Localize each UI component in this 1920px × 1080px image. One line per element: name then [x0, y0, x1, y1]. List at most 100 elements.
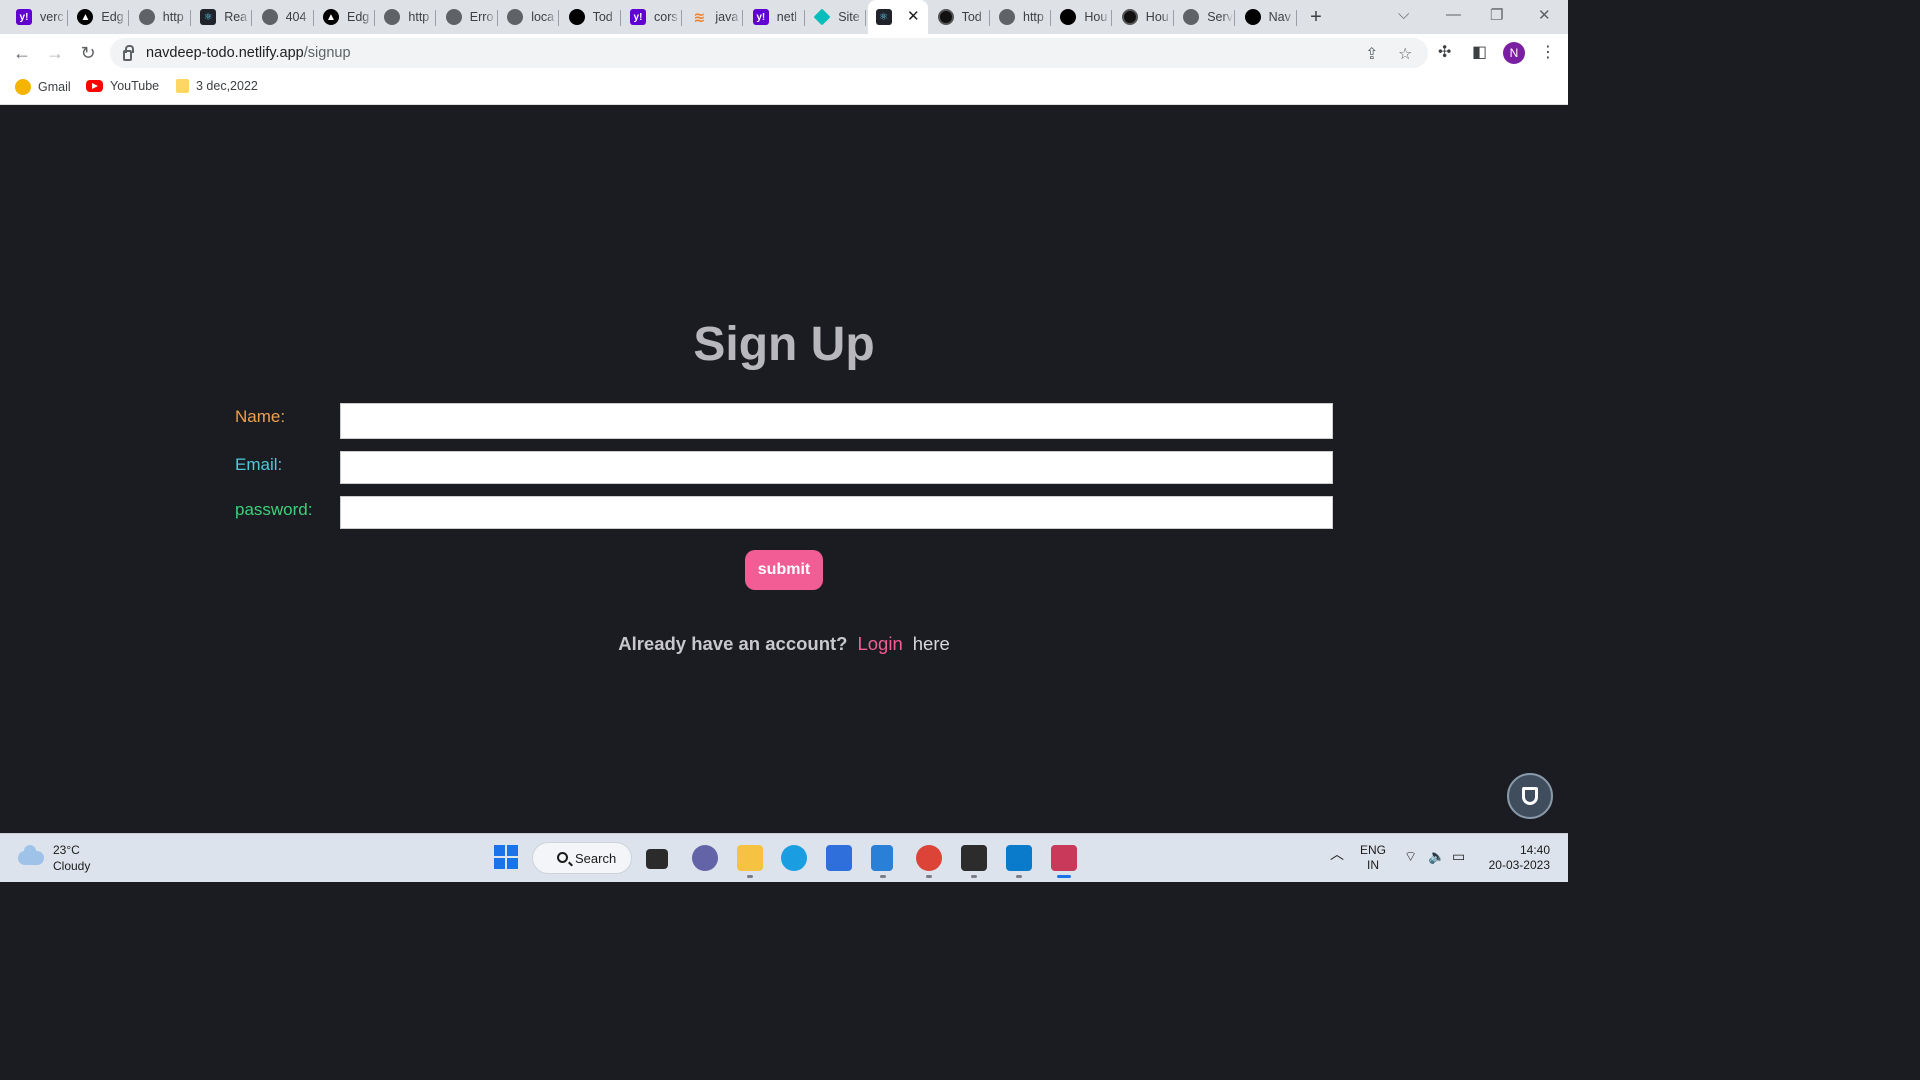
language-indicator[interactable]: ENG IN — [1360, 843, 1386, 873]
browser-tab[interactable]: Serv — [1175, 4, 1236, 30]
taskbar-search[interactable]: Search — [532, 842, 632, 874]
wifi-icon[interactable]: ⌔ — [1404, 849, 1417, 864]
tab-title: java — [715, 10, 739, 24]
edge-browser-icon[interactable] — [781, 845, 807, 871]
signup-page: Sign Up Name: Email: password: submit Al… — [0, 105, 1568, 833]
browser-tab[interactable]: Tod — [561, 4, 621, 30]
reload-button[interactable]: ↻ — [77, 42, 99, 64]
tab-separator — [558, 10, 560, 26]
submit-button[interactable]: submit — [745, 550, 823, 590]
running-indicator — [1016, 875, 1022, 878]
email-input[interactable] — [340, 451, 1333, 484]
bookmark-youtube[interactable]: YouTube — [86, 79, 159, 93]
bookmark-folder[interactable]: 3 dec,2022 — [176, 79, 258, 93]
profile-avatar[interactable]: N — [1503, 42, 1525, 64]
tab-separator — [865, 10, 867, 26]
address-bar[interactable]: navdeep-todo.netlify.app/signup ⇪ ☆ — [110, 38, 1428, 68]
globe-icon — [1183, 9, 1200, 25]
snipping-tool-icon[interactable] — [1051, 845, 1077, 871]
tab-separator — [251, 10, 253, 26]
search-label: Search — [575, 850, 617, 866]
browser-tab[interactable]: y! verc — [8, 4, 68, 30]
notepad-icon[interactable] — [871, 845, 893, 871]
volume-icon[interactable]: 🔈 — [1428, 849, 1445, 864]
globe-icon — [507, 9, 524, 25]
browser-tab[interactable]: Nav — [1237, 4, 1297, 30]
forward-button[interactable]: → — [44, 42, 66, 64]
task-view-icon[interactable] — [646, 849, 668, 869]
browser-tab[interactable]: ▲ Edg — [69, 4, 130, 30]
battery-icon[interactable]: ▭ — [1452, 849, 1465, 864]
tab-search-chevron-icon[interactable]: ⌵ — [1398, 6, 1409, 23]
tab-title: Nav — [1268, 10, 1291, 24]
shield-extension-icon[interactable] — [1507, 773, 1553, 819]
minimize-icon[interactable]: — — [1446, 6, 1461, 23]
close-window-icon[interactable]: ✕ — [1538, 6, 1551, 24]
browser-tab[interactable]: y! netl — [745, 4, 805, 30]
triangle-icon: ▲ — [323, 9, 339, 25]
new-tab-button[interactable]: + — [1305, 6, 1327, 29]
browser-tab[interactable]: 404 — [254, 4, 314, 30]
vscode-icon[interactable] — [1006, 845, 1032, 871]
extensions-puzzle-icon[interactable]: ✣ — [1438, 42, 1451, 62]
teams-chat-icon[interactable] — [692, 845, 718, 871]
browser-tab[interactable]: Erro — [438, 4, 498, 30]
browser-tab[interactable]: ▲ Edg — [315, 4, 375, 30]
browser-tab[interactable]: y! cors — [622, 4, 682, 30]
tab-separator — [435, 10, 437, 26]
microsoft-store-icon[interactable] — [826, 845, 852, 871]
browser-tab[interactable]: Hou — [1114, 4, 1174, 30]
tab-title: http — [162, 10, 184, 24]
bookmark-gmail[interactable]: Gmail — [15, 79, 71, 95]
file-explorer-icon[interactable] — [737, 845, 763, 871]
bookmark-label: Gmail — [38, 80, 71, 94]
page-title: Sign Up — [693, 318, 875, 371]
running-indicator — [747, 875, 753, 878]
globe-icon — [138, 9, 155, 25]
tab-title: http — [408, 10, 430, 24]
browser-toolbar: ← → ↻ navdeep-todo.netlify.app/signup ⇪ … — [0, 34, 1568, 72]
browser-tab[interactable]: Tod — [930, 4, 990, 30]
browser-tab[interactable]: Hou — [1052, 4, 1113, 30]
running-indicator — [971, 875, 977, 878]
weather-widget[interactable]: 23°C Cloudy — [18, 842, 90, 874]
globe-icon — [384, 9, 401, 25]
stackoverflow-icon: ≋ — [693, 8, 706, 25]
tab-title: Serv — [1207, 10, 1233, 24]
lock-icon[interactable] — [123, 44, 134, 61]
dark-circle-icon — [1121, 9, 1138, 25]
running-indicator — [926, 875, 932, 878]
browser-tab[interactable]: ⚛ ✕ — [867, 0, 928, 34]
clock[interactable]: 14:40 20-03-2023 — [1484, 843, 1550, 873]
browser-tab[interactable]: http — [131, 4, 191, 30]
browser-tab[interactable]: http — [991, 4, 1051, 30]
close-tab-icon[interactable]: ✕ — [907, 9, 920, 25]
weather-desc: Cloudy — [53, 859, 91, 873]
share-icon[interactable]: ⇪ — [1365, 44, 1378, 64]
back-button[interactable]: ← — [11, 42, 33, 64]
browser-tab[interactable]: ⚛ Rea — [192, 4, 253, 30]
side-panel-icon[interactable]: ◧ — [1472, 42, 1487, 62]
browser-tab[interactable]: Site — [806, 4, 867, 30]
url-path: /signup — [303, 45, 351, 61]
windows-start-icon[interactable] — [494, 845, 520, 871]
password-input[interactable] — [340, 496, 1333, 529]
restore-icon[interactable]: ❐ — [1490, 6, 1503, 24]
name-input[interactable] — [340, 403, 1333, 439]
yahoo-icon: y! — [16, 9, 32, 25]
browser-tab[interactable]: ≋ java — [683, 4, 744, 30]
chevron-up-icon[interactable]: ︿ — [1330, 847, 1344, 862]
url-text[interactable]: navdeep-todo.netlify.app/signup — [146, 45, 351, 61]
browser-tab[interactable]: loca — [499, 4, 560, 30]
tab-separator — [67, 10, 68, 26]
browser-tab[interactable]: http — [376, 4, 437, 30]
menu-kebab-icon[interactable]: ⋮ — [1540, 42, 1556, 62]
terminal-icon[interactable] — [961, 845, 987, 871]
tab-separator — [803, 10, 805, 26]
tab-separator — [312, 10, 314, 26]
login-link[interactable]: Login — [857, 633, 902, 654]
chrome-icon[interactable] — [916, 845, 942, 871]
tab-title: http — [1023, 10, 1044, 24]
bookmark-star-icon[interactable]: ☆ — [1398, 44, 1412, 64]
have-account-text: Already have an account? — [618, 633, 848, 654]
